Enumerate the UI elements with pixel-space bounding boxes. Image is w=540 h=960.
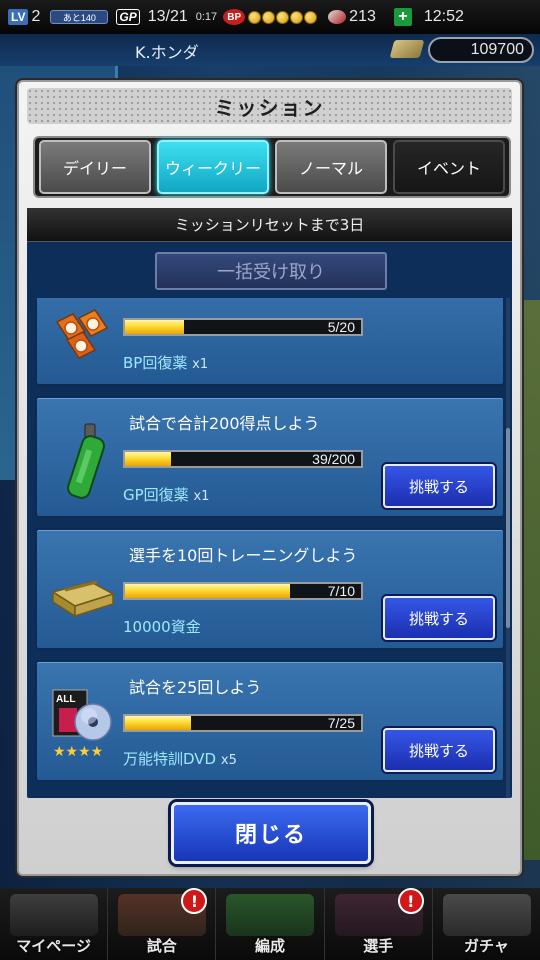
ticket-count: 213 — [349, 8, 376, 25]
reward-text: 10000資金 — [123, 616, 201, 637]
nav-label: ガチャ — [463, 937, 509, 955]
modal-titlebar: ミッション — [27, 88, 512, 124]
bp-coin-icon — [290, 10, 304, 24]
reward-text: 万能特訓DVD x5 — [123, 748, 237, 769]
nav-label: 編成 — [255, 937, 286, 955]
progress-bar: 39/200 — [123, 450, 363, 468]
emblem-icon — [10, 894, 98, 936]
mission-card: 試合で合計200得点しよう 39/200 GP回復薬 x1 挑戦する — [35, 396, 505, 518]
add-currency-button[interactable]: + — [393, 8, 412, 26]
gp-value: 13/21 — [147, 8, 188, 25]
tab-weekly[interactable]: ウィークリー — [157, 140, 269, 194]
progress-fill — [125, 320, 184, 334]
reward-name: 10000資金 — [123, 618, 201, 636]
reward-name: BP回復薬 — [123, 354, 188, 372]
bp-coin-icon — [276, 10, 290, 24]
bp-coin-icon — [248, 10, 262, 24]
reward-name: 万能特訓DVD — [123, 750, 217, 768]
pitch-icon — [226, 894, 315, 936]
scrollbar-thumb[interactable] — [506, 428, 510, 628]
modal-title: ミッション — [214, 95, 325, 120]
progress-fill — [125, 452, 172, 466]
clock: 12:52 — [423, 8, 464, 25]
cards-icon — [442, 894, 531, 936]
gp-label: GP — [116, 9, 140, 25]
green-bottle-icon — [67, 423, 105, 499]
nav-gacha[interactable]: ガチャ — [433, 888, 540, 960]
money-bundle-icon — [51, 580, 115, 618]
svg-text:ALL: ALL — [56, 694, 75, 705]
challenge-button[interactable]: 挑戦する — [383, 596, 495, 640]
mission-content-panel: ミッションリセットまで3日 一括受け取り 5/20 BP回復薬 x1 試合で合計… — [27, 208, 512, 798]
alert-icon: ! — [397, 888, 424, 914]
svg-text:★★★★: ★★★★ — [53, 744, 103, 760]
nav-mypage[interactable]: マイページ — [0, 888, 109, 960]
progress-bar: 7/25 — [123, 714, 363, 732]
challenge-button[interactable]: 挑戦する — [383, 728, 495, 772]
tab-bar: デイリー ウィークリー ノーマル イベント — [33, 136, 511, 198]
status-bar: LV 2 あと140 GP 13/21 0:17 BP 213 + 12:52 — [0, 0, 540, 34]
close-button[interactable]: 閉じる — [171, 802, 371, 864]
money-display: 109700 — [428, 37, 534, 63]
challenge-button[interactable]: 挑戦する — [383, 464, 495, 508]
gp-timer: 0:17 — [195, 11, 218, 23]
mission-card: 試合を25回しよう ALL ★★★★ 7/25 万能特訓DVD x5 挑戦する — [35, 660, 505, 782]
mission-card: 5/20 BP回復薬 x1 — [35, 298, 505, 386]
bp-coin-icon — [304, 10, 318, 24]
bulk-receive-button[interactable]: 一括受け取り — [155, 252, 387, 290]
tab-daily[interactable]: デイリー — [39, 140, 151, 194]
tab-event[interactable]: イベント — [393, 140, 505, 194]
level-label: LV — [8, 9, 29, 25]
reward-qty: x1 — [193, 489, 210, 504]
nav-label: マイページ — [16, 937, 91, 955]
progress-fill — [125, 716, 192, 730]
progress-bar: 5/20 — [123, 318, 363, 336]
ticket-ball-icon — [328, 10, 347, 24]
progress-fill — [125, 584, 291, 598]
nav-formation[interactable]: 編成 — [216, 888, 325, 960]
nav-label: 試合 — [146, 937, 177, 955]
nav-players[interactable]: 選手 ! — [325, 888, 433, 960]
progress-text: 7/25 — [327, 715, 355, 731]
bp-coin-icon — [262, 10, 276, 24]
reset-banner: ミッションリセットまで3日 — [27, 208, 512, 242]
player-name: K.ホンダ — [135, 43, 199, 62]
mission-modal: ミッション デイリー ウィークリー ノーマル イベント ミッションリセットまで3… — [17, 80, 522, 876]
tab-normal[interactable]: ノーマル — [275, 140, 387, 194]
reward-text: BP回復薬 x1 — [123, 352, 208, 373]
header-row: K.ホンダ 109700 — [0, 34, 540, 66]
nav-label: 選手 — [363, 937, 394, 955]
nav-match[interactable]: 試合 ! — [108, 888, 217, 960]
reward-text: GP回復薬 x1 — [123, 484, 209, 505]
progress-bar: 7/10 — [123, 582, 363, 600]
dvd-icon: ALL ★★★★ — [52, 689, 112, 760]
reward-qty: x5 — [220, 753, 237, 768]
reward-name: GP回復薬 — [123, 486, 189, 504]
reward-qty: x1 — [192, 357, 209, 372]
progress-text: 39/200 — [312, 451, 355, 467]
mission-list[interactable]: 5/20 BP回復薬 x1 試合で合計200得点しよう 39/200 GP回復薬… — [27, 298, 512, 798]
scrollbar[interactable] — [506, 298, 510, 798]
level-value: 2 — [31, 8, 41, 25]
bp-label: BP — [223, 9, 246, 25]
money-icon — [389, 40, 425, 58]
bp-potion-icon — [55, 309, 109, 359]
mission-card: 選手を10回トレーニングしよう 7/10 10000資金 挑戦する — [35, 528, 505, 650]
exp-bar: あと140 — [50, 10, 109, 24]
progress-text: 7/10 — [327, 583, 355, 599]
progress-text: 5/20 — [327, 319, 355, 335]
bottom-nav: マイページ 試合 ! 編成 選手 ! ガチャ — [0, 888, 540, 960]
